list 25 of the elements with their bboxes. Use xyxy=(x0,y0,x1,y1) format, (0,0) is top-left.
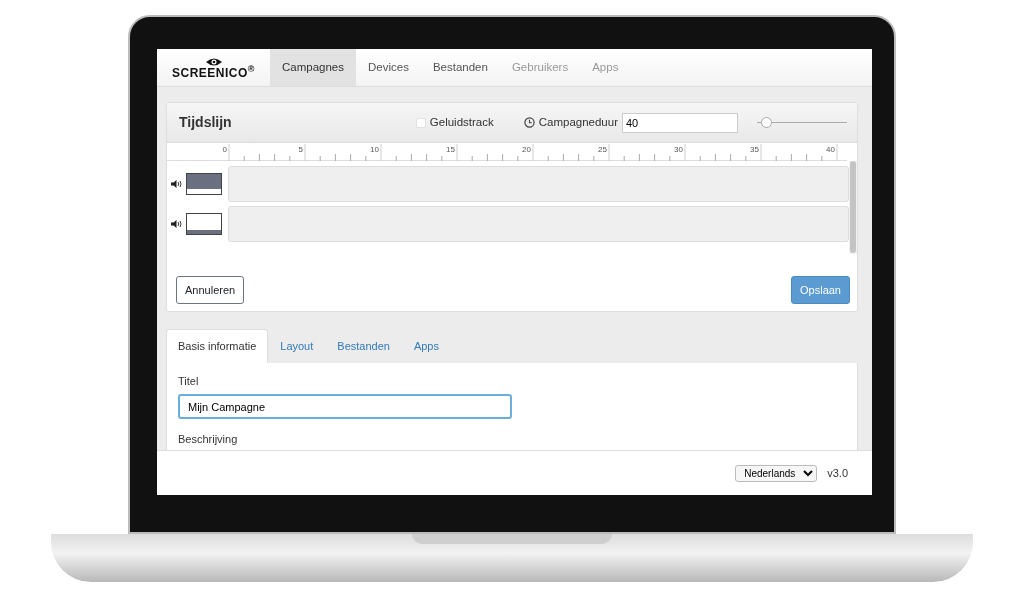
tab[interactable]: Apps xyxy=(401,329,451,363)
eye-logo-icon xyxy=(204,56,223,67)
panel-title: Tijdslijn xyxy=(179,113,232,132)
nav-item[interactable]: Bestanden xyxy=(420,49,500,86)
checkbox-label: Geluidstrack xyxy=(429,114,494,130)
field-label: Beschrijving xyxy=(178,432,239,448)
language-select[interactable]: Nederlands xyxy=(735,464,818,482)
duration-label: Campagneduur xyxy=(538,114,618,130)
version-text: v3.0 xyxy=(827,465,848,481)
speaker-icon xyxy=(171,219,182,228)
tab[interactable]: Bestanden xyxy=(325,329,402,363)
nav-item[interactable]: Campagnes xyxy=(270,49,356,86)
tab[interactable]: Basis informatie xyxy=(166,329,269,363)
clock-icon xyxy=(523,117,535,128)
speaker-icon xyxy=(171,179,182,188)
nav-item[interactable]: Devices xyxy=(356,49,421,86)
cancel-button[interactable]: Annuleren xyxy=(176,275,245,305)
duration-field[interactable]: 40 xyxy=(622,112,738,133)
slider-thumb[interactable] xyxy=(761,116,772,128)
field-label: Titel xyxy=(178,373,200,389)
checkbox[interactable] xyxy=(415,117,426,128)
tab[interactable]: Layout xyxy=(268,329,326,363)
time-ruler: 0 5 10 15 20 25 30 35 40 xyxy=(167,143,847,161)
title-field[interactable]: Mijn Campagne xyxy=(178,394,512,420)
logo-text: SCREENICO$^{®}$ xyxy=(172,66,255,79)
